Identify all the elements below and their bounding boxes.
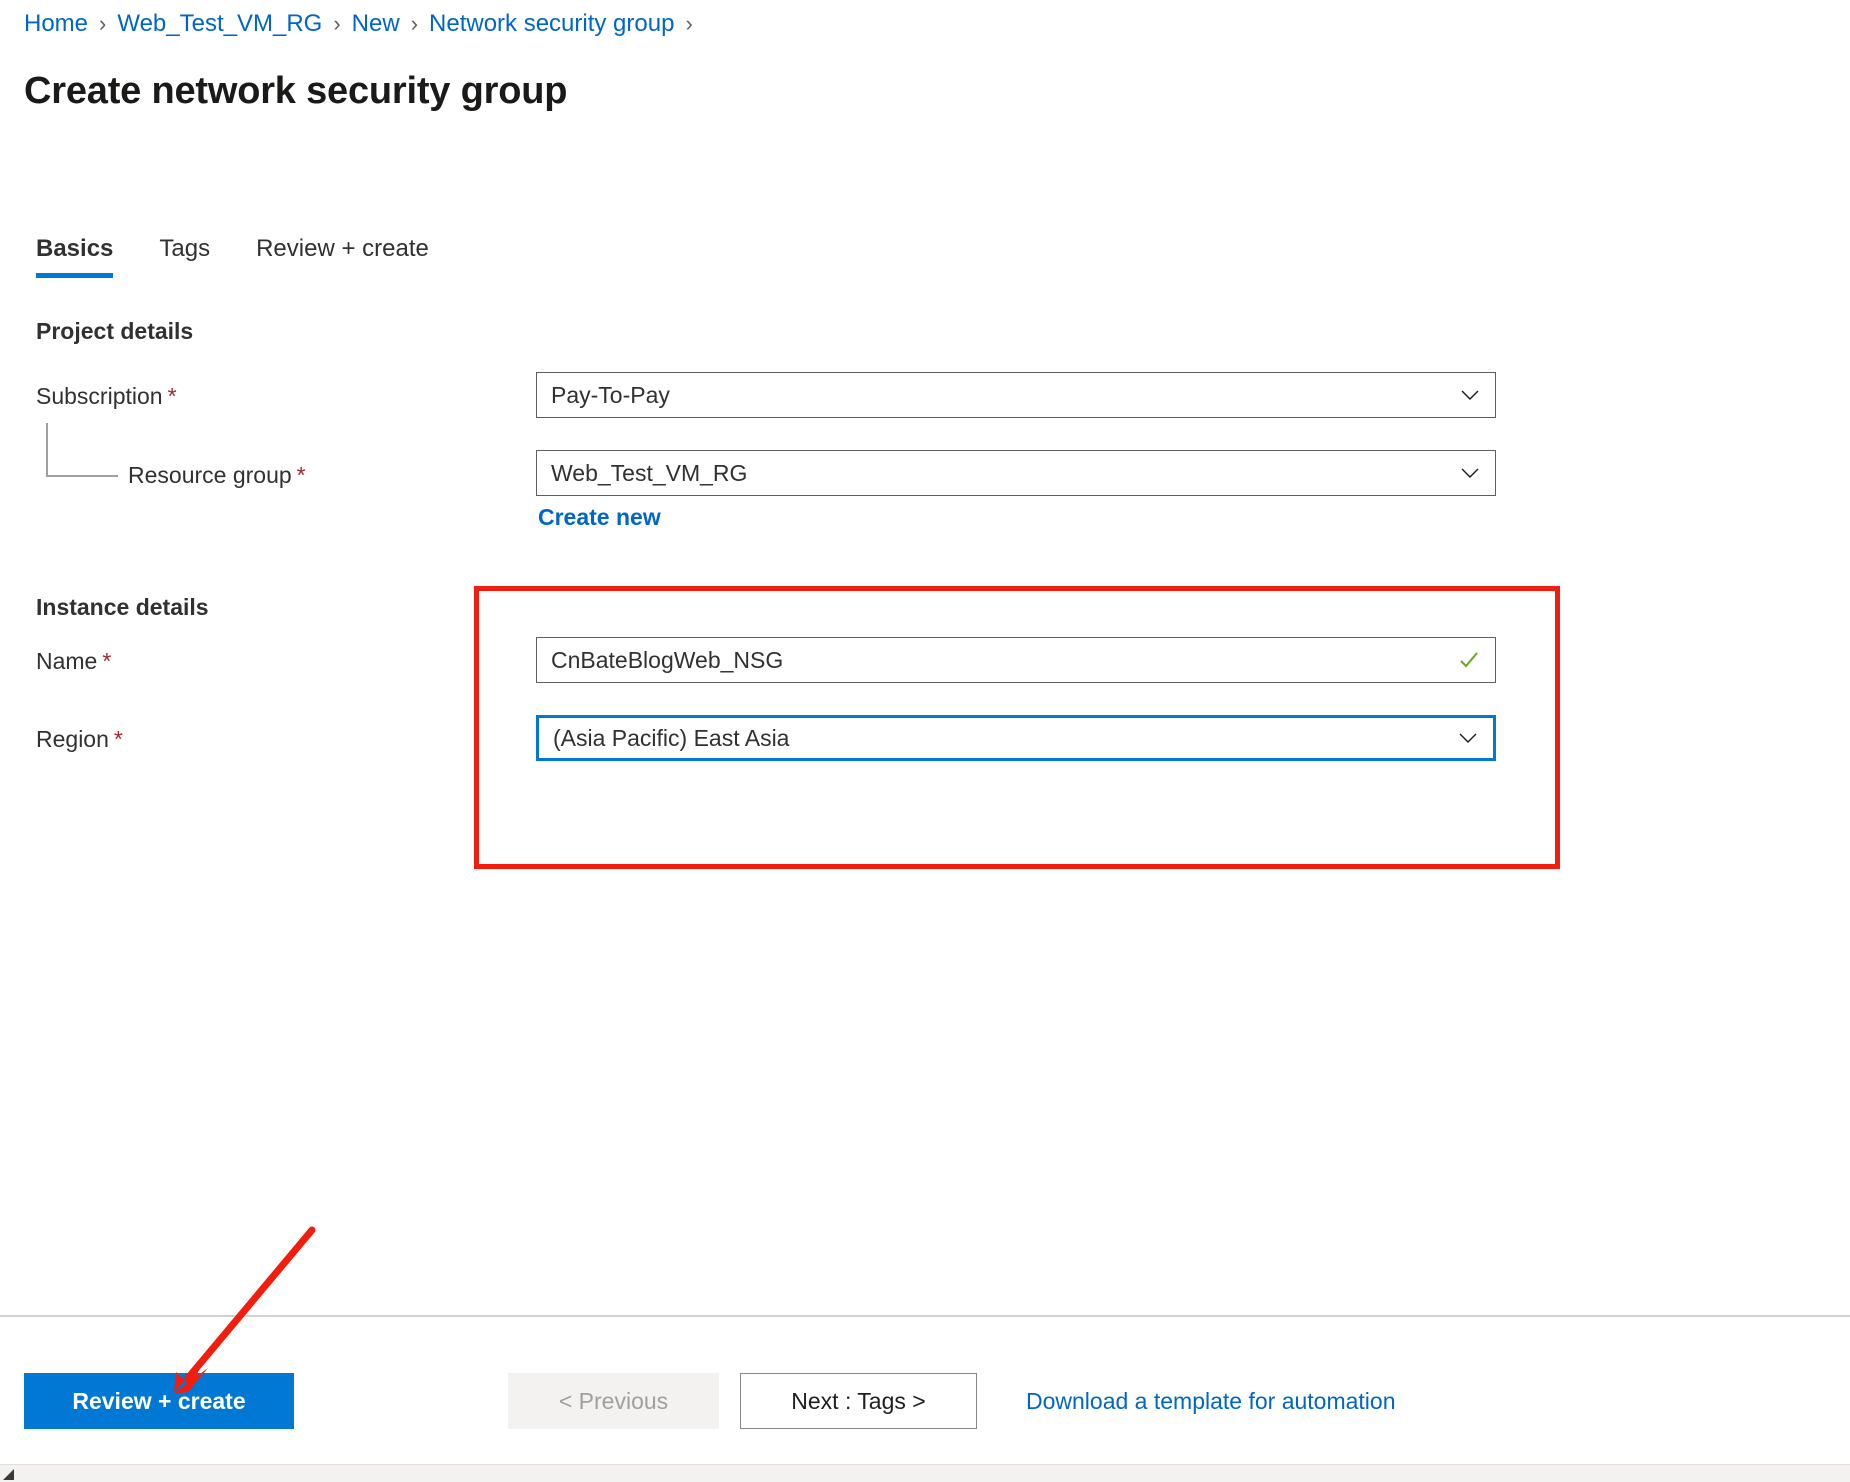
tab-list: Basics Tags Review + create xyxy=(36,232,475,278)
previous-button: < Previous xyxy=(508,1373,719,1429)
breadcrumb: Home › Web_Test_VM_RG › New › Network se… xyxy=(24,8,704,40)
tab-basics[interactable]: Basics xyxy=(36,234,114,278)
breadcrumb-item-web-test-vm-rg[interactable]: Web_Test_VM_RG xyxy=(117,8,322,40)
footer-action-bar: Review + create < Previous Next : Tags >… xyxy=(0,1373,1850,1429)
required-asterisk: * xyxy=(113,726,123,752)
required-asterisk: * xyxy=(167,383,177,409)
breadcrumb-item-new[interactable]: New xyxy=(352,8,400,40)
required-asterisk: * xyxy=(102,648,112,674)
tab-tags[interactable]: Tags xyxy=(159,234,210,278)
breadcrumb-item-home[interactable]: Home xyxy=(24,8,88,40)
bottom-status-strip xyxy=(0,1464,1850,1482)
tab-review-create[interactable]: Review + create xyxy=(256,234,429,278)
required-asterisk: * xyxy=(296,462,306,488)
breadcrumb-separator-icon: › xyxy=(685,11,693,36)
download-template-link[interactable]: Download a template for automation xyxy=(1026,1387,1396,1415)
subscription-label-text: Subscription xyxy=(36,383,163,409)
breadcrumb-item-network-security-group[interactable]: Network security group xyxy=(429,8,674,40)
region-label-text: Region xyxy=(36,726,109,752)
review-create-button[interactable]: Review + create xyxy=(24,1373,294,1429)
region-label: Region * xyxy=(36,725,123,753)
next-tags-button[interactable]: Next : Tags > xyxy=(740,1373,977,1429)
subscription-label: Subscription * xyxy=(36,382,177,410)
resource-group-label-text: Resource group xyxy=(128,462,292,488)
instance-details-heading: Instance details xyxy=(36,594,209,620)
name-label-text: Name xyxy=(36,648,98,674)
subscription-value: Pay-To-Pay xyxy=(551,381,670,408)
name-label: Name * xyxy=(36,647,111,675)
name-value: CnBateBlogWeb_NSG xyxy=(551,646,784,673)
subscription-dropdown[interactable]: Pay-To-Pay xyxy=(536,372,1496,418)
breadcrumb-separator-icon: › xyxy=(410,11,419,36)
project-details-heading: Project details xyxy=(36,318,194,344)
resource-group-dropdown[interactable]: Web_Test_VM_RG xyxy=(536,450,1496,496)
footer-divider xyxy=(0,1315,1850,1317)
create-new-resource-group-link[interactable]: Create new xyxy=(538,503,661,531)
checkmark-icon xyxy=(1457,648,1481,672)
resource-group-value: Web_Test_VM_RG xyxy=(551,459,748,486)
breadcrumb-separator-icon: › xyxy=(333,11,341,36)
breadcrumb-separator-icon: › xyxy=(99,11,107,36)
resource-group-label: Resource group * xyxy=(128,461,306,489)
chevron-down-icon xyxy=(1457,727,1479,749)
page-title: Create network security group xyxy=(24,70,568,112)
name-input[interactable]: CnBateBlogWeb_NSG xyxy=(536,637,1496,683)
chevron-down-icon xyxy=(1459,462,1481,484)
region-dropdown[interactable]: (Asia Pacific) East Asia xyxy=(536,715,1496,761)
field-tree-connector xyxy=(46,423,118,477)
chevron-down-icon xyxy=(1459,384,1481,406)
region-value: (Asia Pacific) East Asia xyxy=(553,724,790,751)
